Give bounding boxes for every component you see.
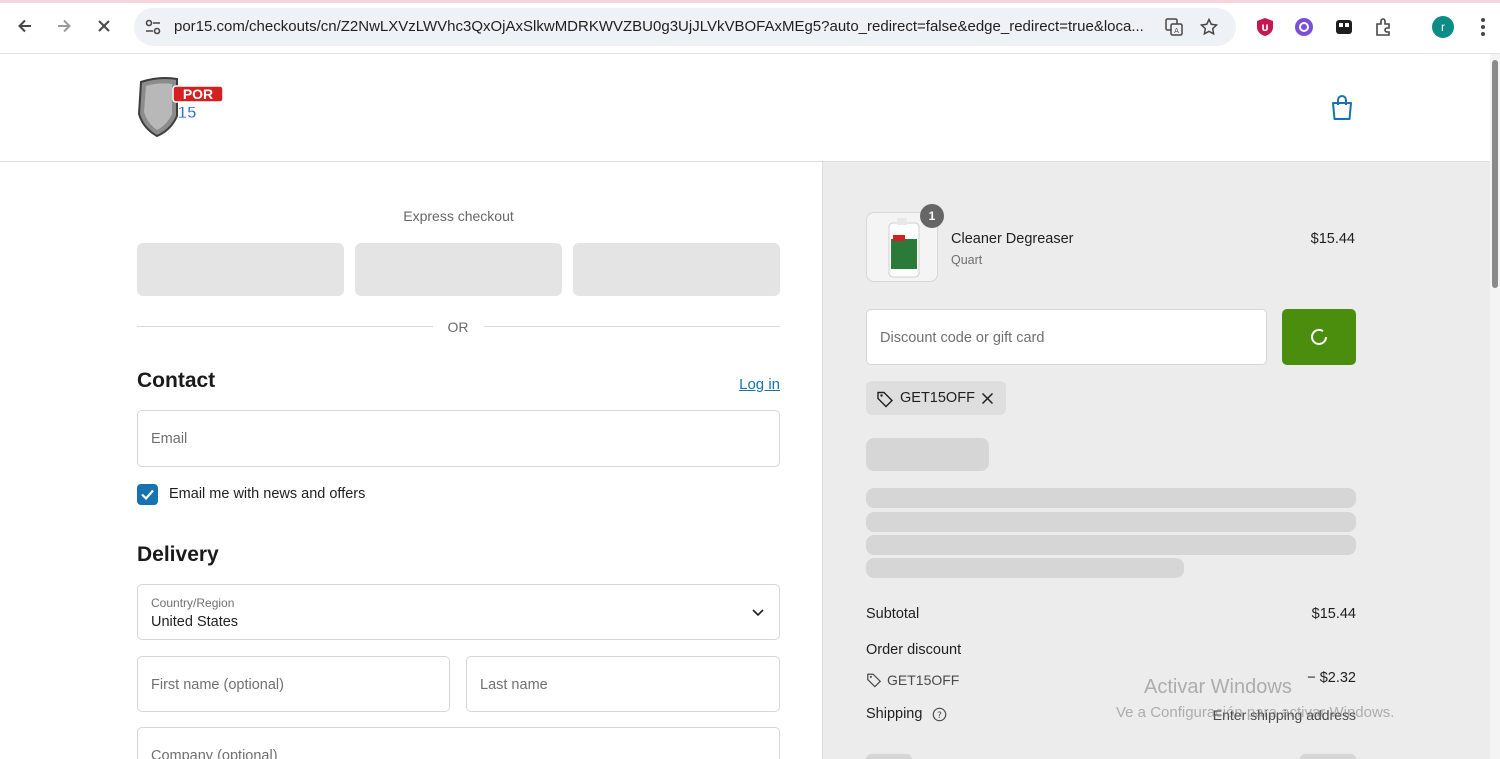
stop-loading-button[interactable] xyxy=(90,12,118,40)
browser-toolbar: por15.com/checkouts/cn/Z2NwLXVzLWVhc3QxO… xyxy=(0,0,1500,54)
discount-code-field[interactable]: Discount code or gift card xyxy=(866,309,1267,365)
svg-text:15: 15 xyxy=(178,103,197,122)
page-scrollbar[interactable] xyxy=(1490,54,1500,759)
svg-text:?: ? xyxy=(937,711,942,721)
contact-heading: Contact xyxy=(137,369,216,392)
profile-avatar[interactable]: r xyxy=(1432,16,1454,38)
applied-discount-tag: GET15OFF xyxy=(866,381,1006,415)
express-pay-button-2[interactable] xyxy=(355,243,562,296)
loading-spinner-icon xyxy=(1311,328,1327,345)
order-discount-label: Order discount xyxy=(866,642,962,658)
extension-purple-icon[interactable] xyxy=(1293,16,1315,38)
login-link[interactable]: Log in xyxy=(700,376,780,393)
loading-skeleton-line xyxy=(866,488,1356,508)
help-circle-icon[interactable]: ? xyxy=(932,707,947,722)
email-field[interactable]: Email xyxy=(137,410,780,467)
discount-placeholder: Discount code or gift card xyxy=(880,330,1045,346)
back-button[interactable] xyxy=(11,12,39,40)
loading-skeleton-block xyxy=(866,438,989,471)
bookmark-star-icon[interactable] xyxy=(1199,17,1219,37)
newsletter-label: Email me with news and offers xyxy=(169,486,366,502)
back-arrow-icon xyxy=(18,19,31,33)
total-row-partial xyxy=(866,754,912,759)
last-name-field[interactable]: Last name xyxy=(466,656,780,712)
close-icon xyxy=(98,20,110,32)
or-divider-text: OR xyxy=(447,319,469,335)
loading-skeleton-line xyxy=(866,558,1184,578)
express-pay-button-3[interactable] xyxy=(573,243,780,296)
svg-text:A: A xyxy=(1174,27,1179,35)
divider-right xyxy=(484,326,780,327)
windows-watermark-subtitle: Ve a Configuración para activar Windows. xyxy=(1116,704,1395,721)
shipping-label: Shipping xyxy=(866,706,923,722)
delivery-heading: Delivery xyxy=(137,543,219,566)
shopping-bag-icon[interactable] xyxy=(1330,94,1354,122)
checkout-page: POR 15 Express checkout OR Contact Log i… xyxy=(0,54,1490,759)
site-settings-icon[interactable] xyxy=(144,18,162,36)
address-bar[interactable]: por15.com/checkouts/cn/Z2NwLXVzLWVhc3QxO… xyxy=(134,8,1236,46)
express-checkout-label: Express checkout xyxy=(403,208,514,224)
country-label: Country/Region xyxy=(151,596,235,610)
country-select[interactable]: Country/Region United States xyxy=(137,584,780,640)
svg-text:U: U xyxy=(1261,24,1268,34)
first-name-field[interactable]: First name (optional) xyxy=(137,656,450,712)
subtotal-label: Subtotal xyxy=(866,606,920,622)
extensions-puzzle-icon[interactable] xyxy=(1373,16,1395,38)
chevron-down-icon xyxy=(752,609,764,617)
remove-discount-icon[interactable] xyxy=(981,392,994,405)
product-name: Cleaner Degreaser xyxy=(951,231,1074,247)
order-discount-code: GET15OFF xyxy=(887,672,960,688)
email-placeholder: Email xyxy=(151,431,188,447)
order-summary: 1 Cleaner Degreaser Quart $15.44 Discoun… xyxy=(822,162,1490,759)
loading-skeleton-line xyxy=(866,512,1356,532)
total-value-partial xyxy=(1300,754,1356,759)
tag-icon xyxy=(877,391,893,408)
translate-icon[interactable]: A xyxy=(1164,17,1184,37)
last-name-placeholder: Last name xyxy=(480,677,548,693)
por15-logo[interactable]: POR 15 xyxy=(137,76,227,138)
express-pay-button-1[interactable] xyxy=(137,243,344,296)
loading-skeleton-line xyxy=(866,535,1356,555)
country-value: United States xyxy=(151,614,239,630)
ublock-extension-icon[interactable]: U xyxy=(1254,16,1276,38)
tab-strip-edge xyxy=(0,0,1500,3)
quantity-badge: 1 xyxy=(920,204,944,228)
product-variant: Quart xyxy=(951,253,983,267)
applied-code-text: GET15OFF xyxy=(900,390,975,406)
company-placeholder: Company (optional) xyxy=(151,748,278,759)
product-price: $15.44 xyxy=(1310,231,1355,247)
store-header: POR 15 xyxy=(0,54,1490,162)
forward-button[interactable] xyxy=(50,12,78,40)
scrollbar-thumb[interactable] xyxy=(1492,60,1498,288)
tag-icon xyxy=(867,673,882,688)
checkmark-icon xyxy=(141,489,154,501)
forward-arrow-icon xyxy=(58,19,71,33)
first-name-placeholder: First name (optional) xyxy=(151,677,284,693)
company-field[interactable]: Company (optional) xyxy=(137,727,780,759)
url-text[interactable]: por15.com/checkouts/cn/Z2NwLXVzLWVhc3QxO… xyxy=(174,18,1174,35)
newsletter-checkbox[interactable] xyxy=(137,484,158,505)
subtotal-value: $15.44 xyxy=(1311,606,1356,622)
extension-dark-icon[interactable] xyxy=(1333,16,1355,38)
windows-watermark-title: Activar Windows xyxy=(1144,676,1292,698)
svg-text:POR: POR xyxy=(183,86,213,102)
more-menu-icon[interactable] xyxy=(1474,14,1492,40)
divider-left xyxy=(137,326,433,327)
apply-discount-button[interactable] xyxy=(1282,309,1356,365)
checkout-form: Express checkout OR Contact Log in Email… xyxy=(0,162,822,759)
